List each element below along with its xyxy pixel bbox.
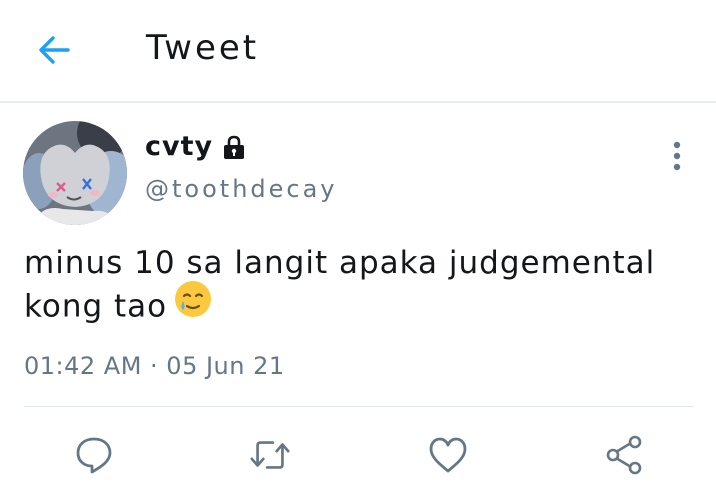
arrow-left-icon bbox=[39, 36, 70, 64]
smiling-face-with-tear-icon bbox=[173, 279, 213, 329]
retweet-button[interactable] bbox=[248, 433, 292, 477]
avatar-image bbox=[23, 121, 127, 225]
lock-icon bbox=[221, 134, 247, 160]
divider bbox=[24, 406, 694, 407]
share-button[interactable] bbox=[602, 433, 646, 477]
reply-button[interactable] bbox=[72, 433, 116, 477]
more-options-button[interactable] bbox=[660, 136, 694, 176]
heart-icon bbox=[429, 437, 467, 473]
top-app-bar: Tweet bbox=[0, 0, 716, 103]
tweet-text: minus 10 sa langit apaka judgemental kon… bbox=[24, 245, 656, 325]
avatar[interactable] bbox=[23, 121, 127, 225]
more-vertical-icon bbox=[673, 141, 681, 171]
author-name[interactable]: cvty bbox=[145, 131, 247, 162]
retweet-icon bbox=[250, 441, 290, 469]
speech-bubble-icon bbox=[76, 437, 112, 474]
page-title: Tweet bbox=[146, 28, 260, 68]
author-handle[interactable]: @toothdecay bbox=[145, 175, 338, 203]
display-name-text: cvty bbox=[145, 131, 214, 162]
back-button[interactable] bbox=[34, 30, 74, 70]
share-icon bbox=[606, 435, 642, 475]
like-button[interactable] bbox=[426, 433, 470, 477]
tweet-body: minus 10 sa langit apaka judgemental kon… bbox=[24, 243, 684, 333]
tweet-timestamp: 01:42 AM · 05 Jun 21 bbox=[24, 352, 285, 380]
